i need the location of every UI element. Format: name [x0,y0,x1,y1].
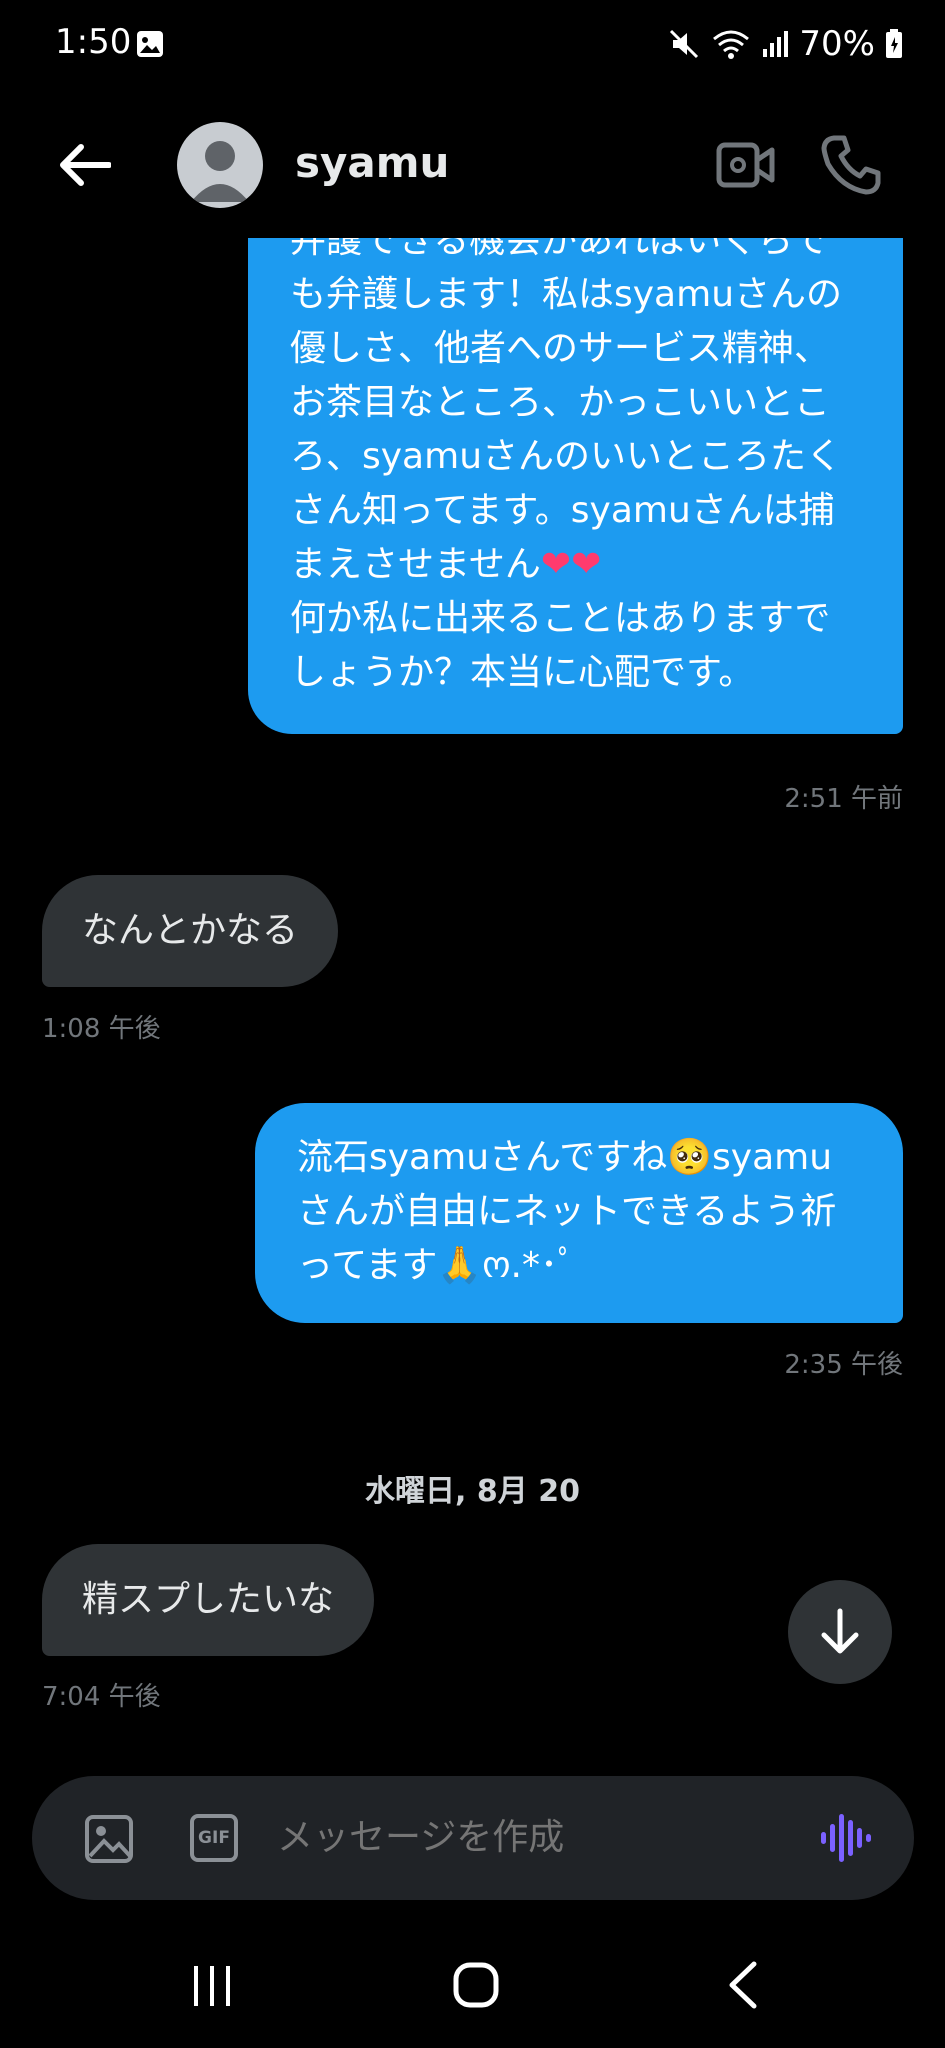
arrow-down-icon [821,1608,859,1654]
video-call-button[interactable] [716,138,776,192]
message-timestamp: 2:51 午前 [784,784,903,814]
message-composer: GIF [32,1776,914,1900]
system-back-button[interactable] [722,1960,762,2010]
date-separator: 水曜日, 8月 20 [365,1474,580,1509]
message-line: 弁護できる機会があればいくらで [290,238,829,261]
voice-call-button[interactable] [820,134,882,196]
gif-icon: GIF [198,1828,230,1848]
message-timestamp: 2:35 午後 [784,1350,903,1380]
conversation-header: syamu [0,100,945,230]
status-bar: 1:50 70% [0,0,945,90]
scroll-to-bottom-button[interactable] [788,1580,892,1684]
battery-icon [885,29,903,59]
mute-icon [667,27,701,61]
image-icon [85,1815,133,1863]
incoming-message[interactable]: なんとかなる [42,875,339,987]
message-text: 精スプしたいな [82,1579,335,1620]
image-button[interactable] [84,1814,134,1864]
outgoing-message[interactable]: 流石syamuさんですね🥺syamu さんが自由にネットできるよう祈 ってます🙏… [255,1103,903,1323]
outgoing-message[interactable]: 弁護できる機会があればいくらで も弁護します！私はsyamuさんの 優しさ、他者… [248,238,903,734]
message-line: お茶目なところ、かっこいいとこ [290,382,831,423]
message-text: まえさせません [290,544,541,585]
message-text: なんとかなる [82,910,299,951]
message-line: 何か私に出来ることはありますで [290,598,831,639]
gif-button[interactable]: GIF [190,1814,238,1862]
avatar[interactable] [177,122,263,208]
status-icons: 70% [667,24,903,64]
incoming-message[interactable]: 精スプしたいな [42,1544,375,1656]
message-line: さんが自由にネットできるよう祈 [297,1191,837,1232]
home-icon [453,1962,499,2008]
voice-waveform-icon [821,1814,871,1862]
message-line: しょうか？本当に心配です。 [290,652,755,693]
message-line: まえさせません❤❤ [290,538,865,592]
message-timestamp: 7:04 午後 [42,1682,161,1712]
message-line: 優しさ、他者へのサービス精神、 [290,328,831,369]
recents-icon [194,1966,230,2006]
heart-emoji: ❤❤ [540,544,602,585]
home-button[interactable] [453,1962,499,2008]
signal-icon [761,29,789,59]
message-input[interactable] [277,1806,797,1870]
system-nav-bar [0,1930,945,2048]
message-timestamp: 1:08 午後 [42,1014,161,1044]
message-line: さん知ってます。syamuさんは捕 [290,490,835,531]
recents-button[interactable] [190,1962,234,2010]
contact-name[interactable]: syamu [295,138,449,187]
message-line: ってます🙏ო.*･ﾟ [297,1245,576,1286]
phone-icon [821,135,881,195]
status-time: 1:50 [55,22,132,62]
back-arrow-icon [60,144,111,186]
back-button[interactable] [52,132,118,198]
chevron-left-icon [729,1961,757,2009]
voice-message-button[interactable] [817,1810,873,1866]
message-line: 流石syamuさんですね🥺syamu [297,1137,833,1178]
wifi-icon [711,27,751,61]
gallery-icon [136,30,164,58]
message-line: ろ、syamuさんのいいところたく [290,436,843,477]
message-list[interactable]: 弁護できる機会があればいくらで も弁護します！私はsyamuさんの 優しさ、他者… [0,238,945,1758]
video-call-icon [716,142,775,188]
message-line: も弁護します！私はsyamuさんの [290,274,843,315]
battery-percent: 70% [799,24,875,64]
